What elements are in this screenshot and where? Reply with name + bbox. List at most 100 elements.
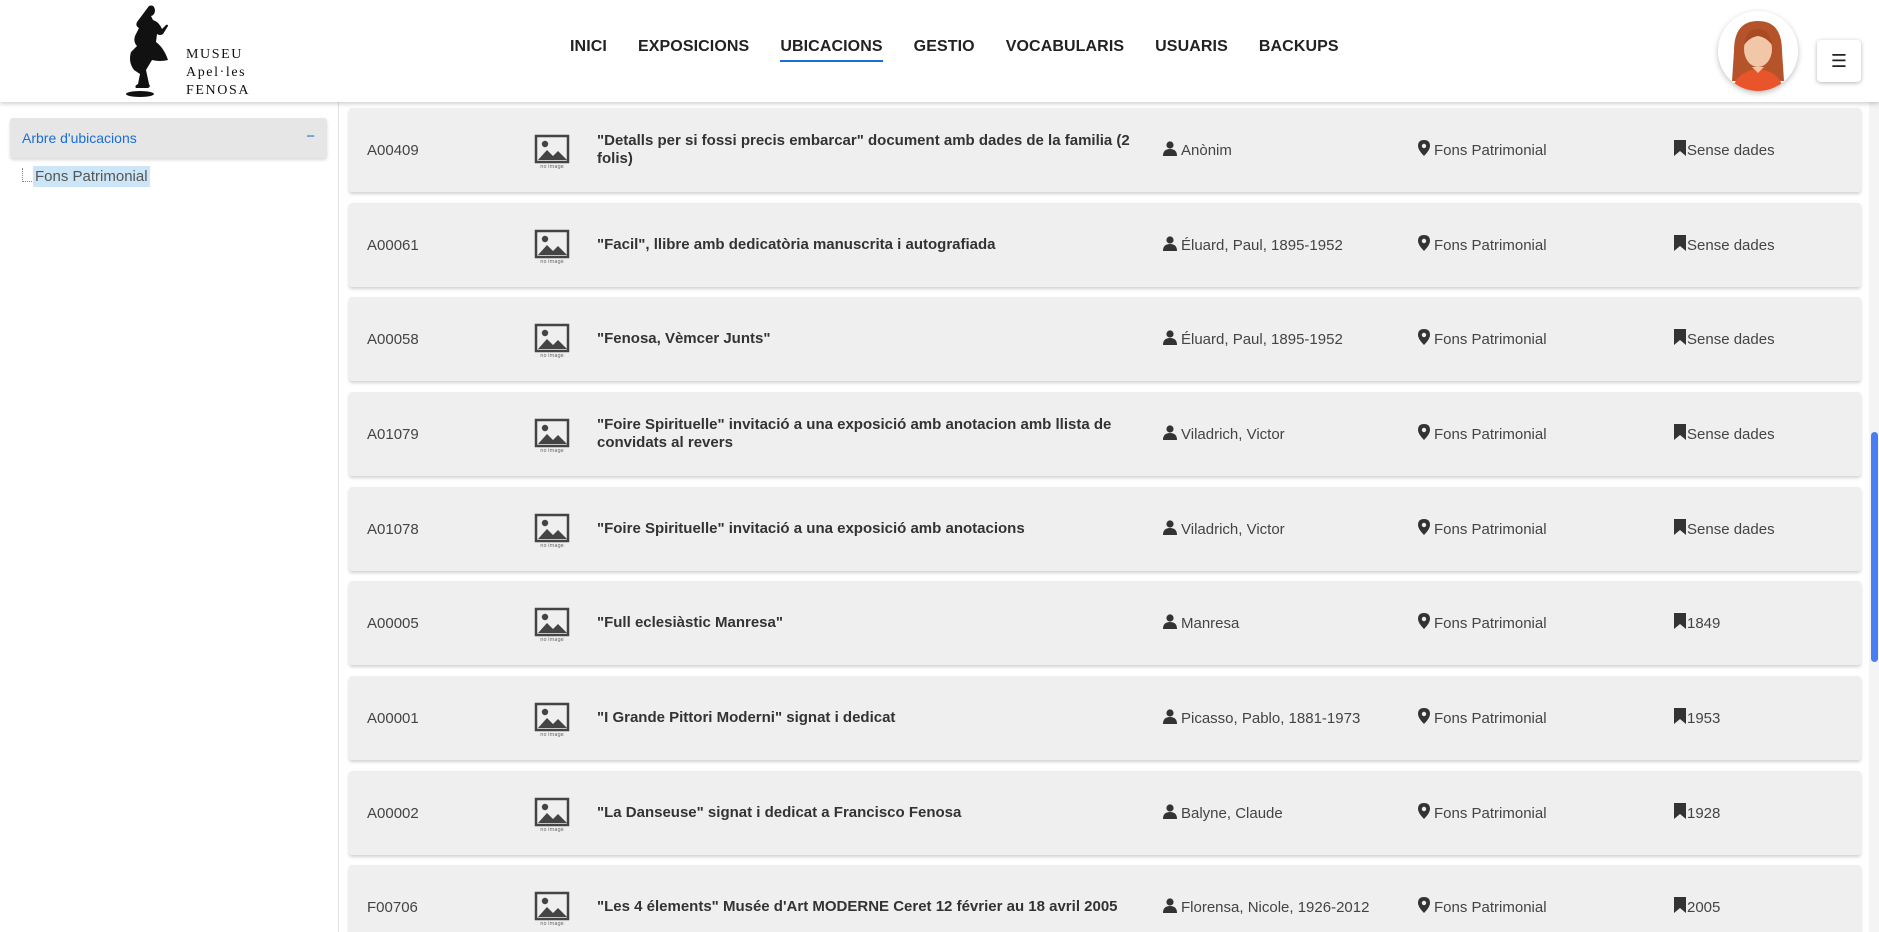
object-date: Sense dades <box>1674 297 1775 381</box>
object-location-text: Fons Patrimonial <box>1434 614 1547 632</box>
nav-exposicions[interactable]: EXPOSICIONS <box>638 38 749 62</box>
object-date-text: Sense dades <box>1687 330 1775 348</box>
map-pin-icon <box>1418 519 1430 539</box>
object-id: A01078 <box>367 520 419 538</box>
image-placeholder-icon[interactable]: no image <box>533 416 571 454</box>
image-placeholder-icon[interactable]: no image <box>533 227 571 265</box>
object-location-text: Fons Patrimonial <box>1434 330 1547 348</box>
object-title[interactable]: "Full eclesiàstic Manresa" <box>597 581 1137 665</box>
object-location-text: Fons Patrimonial <box>1434 898 1547 916</box>
svg-text:no image: no image <box>540 637 563 643</box>
image-placeholder-icon[interactable]: no image <box>533 321 571 359</box>
object-title[interactable]: "Facil", llibre amb dedicatòria manuscri… <box>597 203 1137 287</box>
image-placeholder-icon[interactable]: no image <box>533 605 571 643</box>
object-date-text: 1928 <box>1687 804 1721 822</box>
object-author-text: Éluard, Paul, 1895-1952 <box>1181 330 1343 348</box>
object-date-text: Sense dades <box>1687 425 1775 443</box>
person-icon <box>1163 519 1177 539</box>
object-id: A00058 <box>367 330 419 348</box>
object-location-text: Fons Patrimonial <box>1434 236 1547 254</box>
object-location: Fons Patrimonial <box>1418 487 1547 571</box>
location-tree-header[interactable]: Arbre d'ubicacions − <box>10 118 327 158</box>
object-date-text: Sense dades <box>1687 236 1775 254</box>
list-item[interactable]: A00005 no image "Full eclesiàstic Manres… <box>349 581 1861 665</box>
image-placeholder-icon[interactable]: no image <box>533 132 571 170</box>
scrollbar-thumb[interactable] <box>1871 432 1878 662</box>
object-author-text: Manresa <box>1181 614 1240 632</box>
person-icon <box>1163 708 1177 728</box>
image-placeholder-icon[interactable]: no image <box>533 795 571 833</box>
logo-line-museu: MUSEU <box>186 47 244 62</box>
museum-logo[interactable]: MUSEU Apel·les FENOSA <box>118 2 268 100</box>
list-item[interactable]: A01079 no image "Foire Spirituelle" invi… <box>349 392 1861 476</box>
object-date: 1953 <box>1674 676 1720 760</box>
collapse-icon[interactable]: − <box>306 128 315 145</box>
object-author: Manresa <box>1163 581 1239 665</box>
object-date: 1849 <box>1674 581 1720 665</box>
image-placeholder-icon[interactable]: no image <box>533 700 571 738</box>
nav-inici[interactable]: INICI <box>570 38 607 62</box>
object-title[interactable]: "Les 4 élements" Musée d'Art MODERNE Cer… <box>597 865 1137 932</box>
list-item[interactable]: A00061 no image "Facil", llibre amb dedi… <box>349 203 1861 287</box>
object-title[interactable]: "Fenosa, Vèmcer Junts" <box>597 297 1137 381</box>
list-item[interactable]: A00409 no image "Detalls per si fossi pr… <box>349 108 1861 192</box>
object-date: Sense dades <box>1674 392 1775 476</box>
object-title[interactable]: "Foire Spirituelle" invitació a una expo… <box>597 392 1137 476</box>
bookmark-icon <box>1674 613 1686 633</box>
object-title[interactable]: "I Grande Pittori Moderni" signat i dedi… <box>597 676 1137 760</box>
list-item[interactable]: A01078 no image "Foire Spirituelle" invi… <box>349 487 1861 571</box>
bookmark-icon <box>1674 424 1686 444</box>
object-date: 2005 <box>1674 865 1720 932</box>
hamburger-menu-button[interactable]: ☰ <box>1817 40 1861 82</box>
nav-gestio[interactable]: GESTIO <box>914 38 975 62</box>
nav-backups[interactable]: BACKUPS <box>1259 38 1339 62</box>
object-author-text: Balyne, Claude <box>1181 804 1283 822</box>
object-location: Fons Patrimonial <box>1418 676 1547 760</box>
svg-text:no image: no image <box>540 827 563 833</box>
object-date-text: Sense dades <box>1687 520 1775 538</box>
object-author: Viladrich, Victor <box>1163 487 1285 571</box>
object-title[interactable]: "Detalls per si fossi precis embarcar" d… <box>597 108 1137 192</box>
dancer-statue-icon <box>126 5 168 97</box>
nav-ubicacions[interactable]: UBICACIONS <box>780 38 883 62</box>
svg-text:no image: no image <box>540 259 563 265</box>
object-date-text: 1849 <box>1687 614 1721 632</box>
object-author-text: Éluard, Paul, 1895-1952 <box>1181 236 1343 254</box>
person-icon <box>1163 140 1177 160</box>
object-location: Fons Patrimonial <box>1418 297 1547 381</box>
list-item[interactable]: F00706 no image "Les 4 élements" Musée d… <box>349 865 1861 932</box>
svg-text:no image: no image <box>540 732 563 738</box>
bookmark-icon <box>1674 140 1686 160</box>
map-pin-icon <box>1418 803 1430 823</box>
object-location-text: Fons Patrimonial <box>1434 709 1547 727</box>
list-item[interactable]: A00058 no image "Fenosa, Vèmcer Junts" É… <box>349 297 1861 381</box>
object-date: Sense dades <box>1674 203 1775 287</box>
list-item[interactable]: A00002 no image "La Danseuse" signat i d… <box>349 771 1861 855</box>
person-icon <box>1163 897 1177 917</box>
user-photo-icon <box>1718 11 1798 91</box>
object-location: Fons Patrimonial <box>1418 771 1547 855</box>
logo-line-apelles: Apel·les <box>186 65 247 80</box>
list-item[interactable]: A00001 no image "I Grande Pittori Modern… <box>349 676 1861 760</box>
object-author: Éluard, Paul, 1895-1952 <box>1163 203 1343 287</box>
image-placeholder-icon[interactable]: no image <box>533 511 571 549</box>
user-avatar[interactable] <box>1718 11 1798 91</box>
map-pin-icon <box>1418 708 1430 728</box>
object-date-text: Sense dades <box>1687 141 1775 159</box>
map-pin-icon <box>1418 235 1430 255</box>
object-author-text: Picasso, Pablo, 1881-1973 <box>1181 709 1361 727</box>
bookmark-icon <box>1674 708 1686 728</box>
map-pin-icon <box>1418 613 1430 633</box>
image-placeholder-icon[interactable]: no image <box>533 889 571 927</box>
object-location-text: Fons Patrimonial <box>1434 141 1547 159</box>
nav-vocabularis[interactable]: VOCABULARIS <box>1006 38 1124 62</box>
object-date: Sense dades <box>1674 487 1775 571</box>
object-title[interactable]: "Foire Spirituelle" invitació a una expo… <box>597 487 1137 571</box>
nav-usuaris[interactable]: USUARIS <box>1155 38 1228 62</box>
tree-node-fons-patrimonial[interactable]: Fons Patrimonial <box>33 166 150 187</box>
object-author: Picasso, Pablo, 1881-1973 <box>1163 676 1360 760</box>
person-icon <box>1163 613 1177 633</box>
location-tree-title: Arbre d'ubicacions <box>22 130 137 146</box>
object-author: Éluard, Paul, 1895-1952 <box>1163 297 1343 381</box>
object-title[interactable]: "La Danseuse" signat i dedicat a Francis… <box>597 771 1137 855</box>
